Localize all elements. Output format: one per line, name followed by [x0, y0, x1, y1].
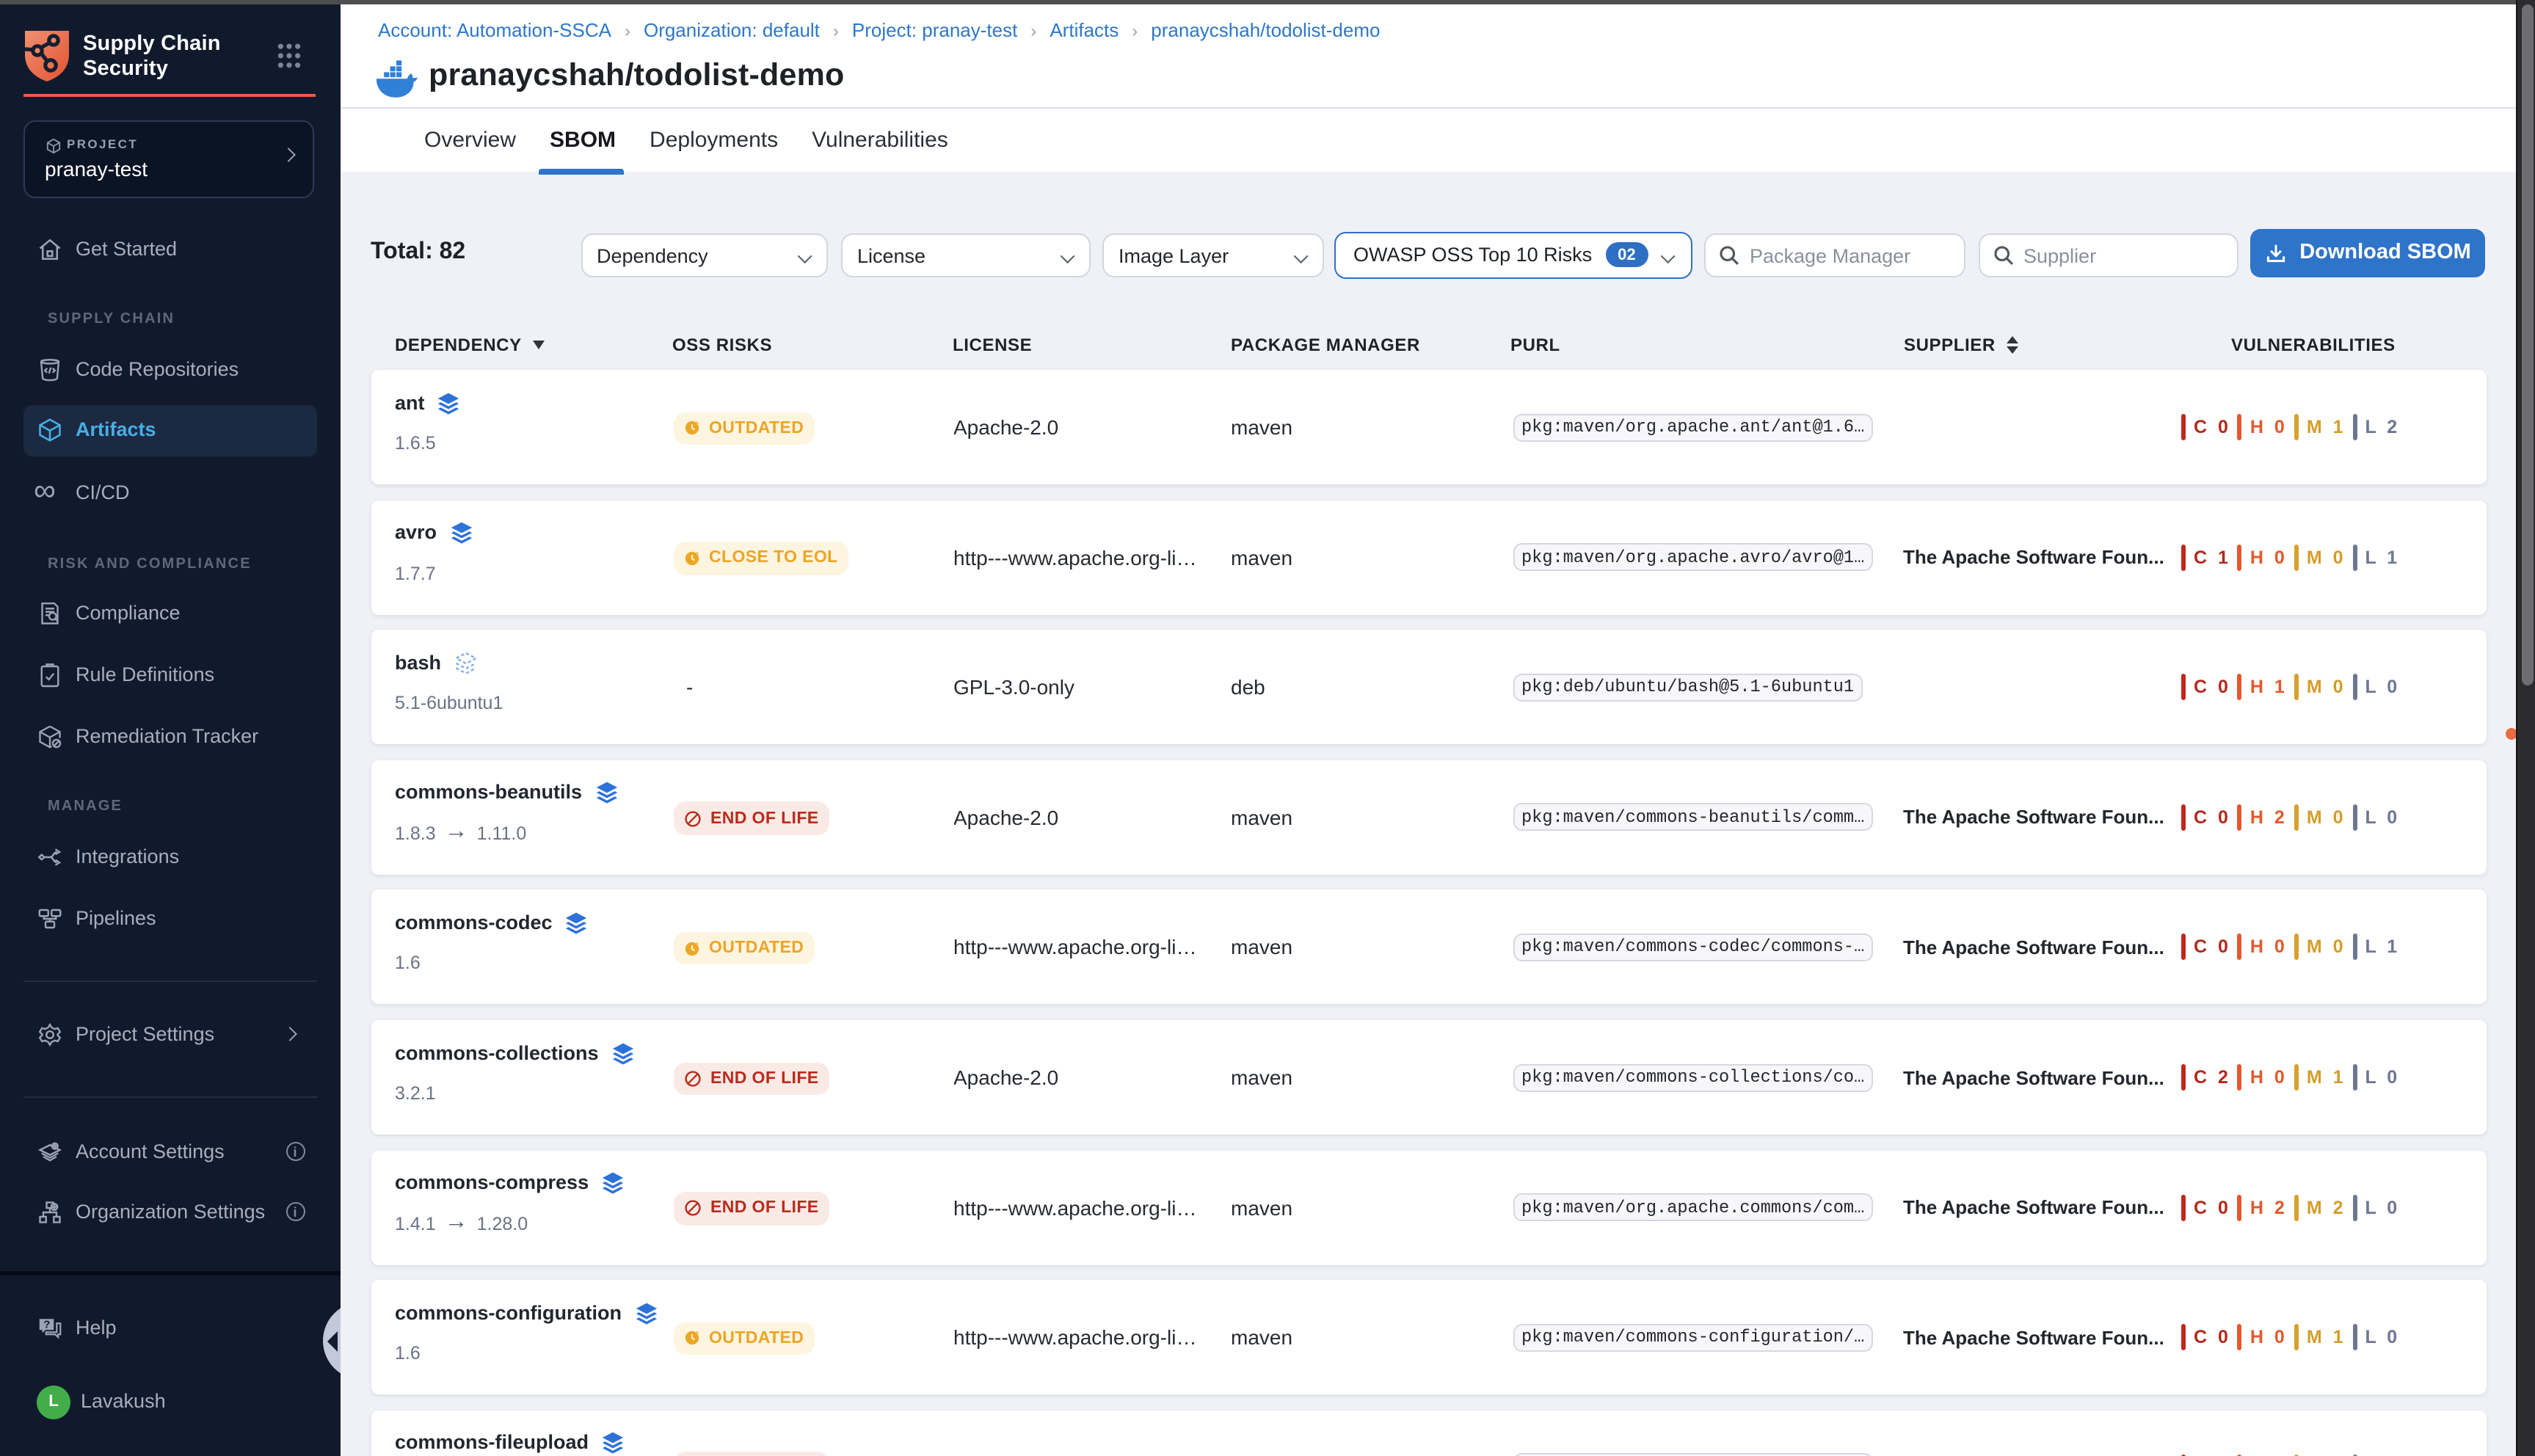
svg-text:?: ? — [43, 1319, 50, 1331]
